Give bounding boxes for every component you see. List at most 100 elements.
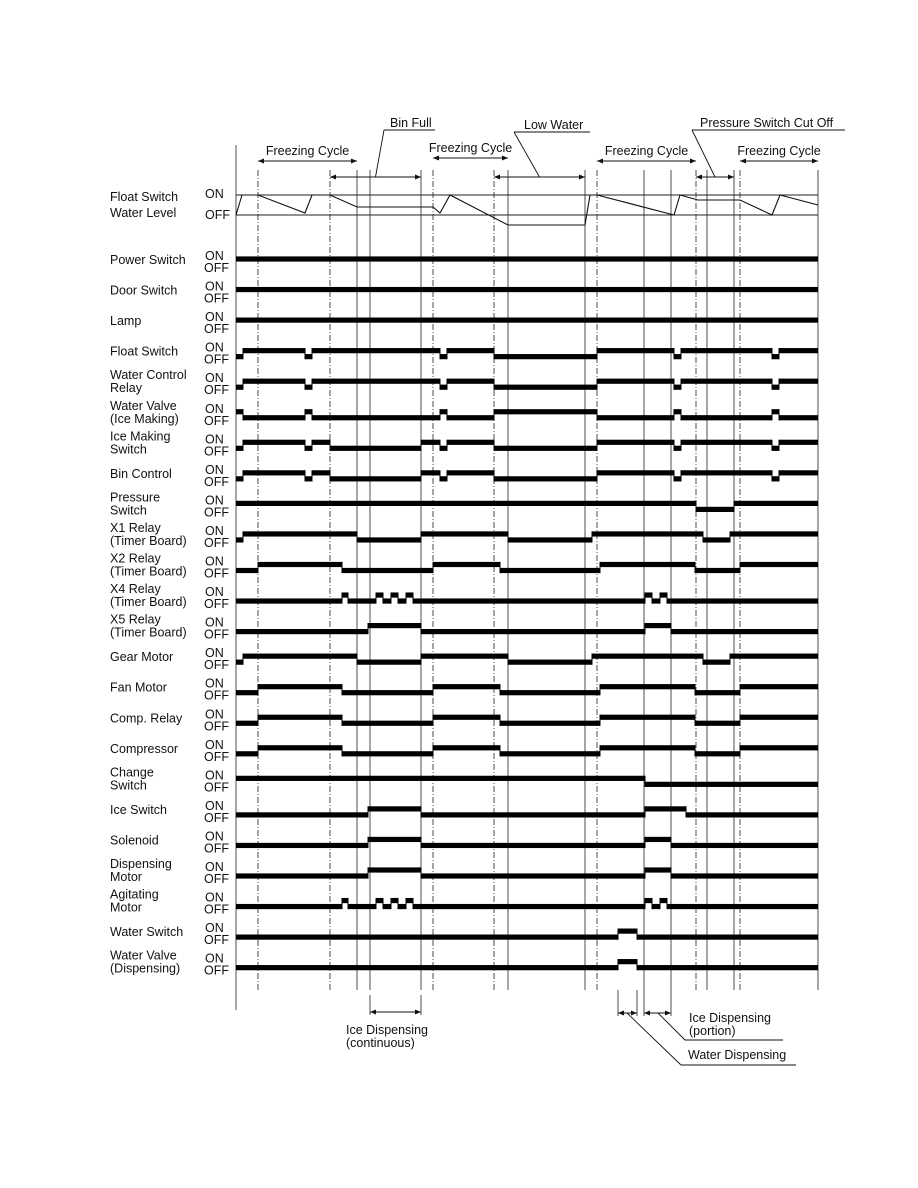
signal-on-segment <box>597 470 674 476</box>
signal-label: Bin Control <box>110 467 172 481</box>
signal-off-segment <box>772 445 779 451</box>
signal-on-segment <box>600 745 695 751</box>
freezing-cycle-span-arrowhead-left <box>597 158 603 164</box>
signal-row: Compressor ONOFF <box>110 738 818 764</box>
signal-off-segment <box>494 445 597 451</box>
freezing-cycle-label: Freezing Cycle <box>266 144 349 158</box>
signal-off-segment <box>674 445 681 451</box>
state-off-label: OFF <box>204 597 229 611</box>
signal-off-segment <box>494 354 597 360</box>
signal-off-segment <box>637 934 818 940</box>
signal-label: Water Valve <box>110 949 177 963</box>
signal-row: X5 Relay(Timer Board)ONOFF <box>110 613 818 642</box>
bottom-annotations: Ice Dispensing(continuous)Ice Dispensing… <box>346 990 796 1066</box>
signal-off-segment <box>695 720 740 726</box>
signal-on-segment <box>368 836 421 843</box>
state-off-label: OFF <box>204 567 229 581</box>
signal-label: Water Control <box>110 368 187 382</box>
signal-on-segment <box>734 500 818 506</box>
signal-on-segment <box>447 439 494 445</box>
signal-on-segment <box>433 714 500 720</box>
signal-off-segment <box>236 659 243 665</box>
signal-row: Float Switch ONOFF <box>110 341 818 367</box>
signal-off-segment <box>243 415 305 421</box>
state-off-label: OFF <box>204 872 229 886</box>
signal-label: Ice Making <box>110 429 170 443</box>
signal-row: Bin Control ONOFF <box>110 463 818 489</box>
signal-off-segment <box>236 384 243 390</box>
state-off-label: OFF <box>205 208 230 222</box>
state-off-label: OFF <box>204 505 229 519</box>
signal-off-segment <box>695 690 740 696</box>
signal-off-segment <box>695 751 740 757</box>
signal-on-segment <box>660 592 667 598</box>
signal-on-segment <box>779 378 818 384</box>
signal-row: Power Switch ONOFF <box>110 249 818 275</box>
signal-label: Power Switch <box>110 253 186 267</box>
signal-off-segment <box>357 659 421 665</box>
signal-off-segment <box>236 598 342 604</box>
signal-on-segment <box>243 378 305 384</box>
signal-row: Gear Motor ONOFF <box>110 646 818 672</box>
signal-off-segment <box>500 567 600 574</box>
signal-off-segment <box>398 903 406 910</box>
signal-on-segment <box>243 470 305 476</box>
signal-on-segment <box>391 897 398 904</box>
signal-on-segment <box>391 592 398 598</box>
freezing-cycle-span-arrowhead-left <box>740 158 746 164</box>
signal-on-segment <box>740 714 818 720</box>
signal-off-segment <box>772 476 779 482</box>
signal-off-segment <box>236 934 618 940</box>
signal-label: Float Switch <box>110 345 178 359</box>
signal-on-segment <box>236 409 243 415</box>
signal-on-segment <box>494 409 597 415</box>
signal-row: Water Switch ONOFF <box>110 921 818 947</box>
signal-on-segment <box>592 531 703 537</box>
freezing-cycle-label: Freezing Cycle <box>737 144 820 158</box>
signal-label: Switch <box>110 778 147 792</box>
signal-on-segment <box>645 836 671 843</box>
signal-label: Switch <box>110 442 147 456</box>
signal-off-segment <box>674 354 681 360</box>
state-on-label: ON <box>205 187 224 201</box>
signal-label: Ice Switch <box>110 803 167 817</box>
timing-diagram: Freezing Cycle Freezing Cycle Freezing Cyc… <box>110 116 845 1066</box>
signal-on-segment <box>368 806 421 812</box>
row-label: Float Switch <box>110 190 178 204</box>
float-water-level-row: Float Switch Water Level ON OFF <box>110 187 819 226</box>
signal-on-segment <box>740 745 818 751</box>
ice-dispensing-continuous-span-arrowhead-left <box>370 1009 376 1015</box>
signal-off-segment <box>342 751 433 757</box>
state-off-label: OFF <box>204 444 229 458</box>
state-off-label: OFF <box>204 903 229 917</box>
freezing-cycle-span-arrowhead-right <box>812 158 818 164</box>
signal-off-segment <box>236 751 258 757</box>
signal-on-segment <box>660 897 667 904</box>
signal-off-segment <box>236 903 342 910</box>
signal-on-segment <box>592 653 703 659</box>
signal-on-segment <box>236 286 818 293</box>
signal-off-segment <box>312 415 440 421</box>
signal-on-segment <box>368 623 421 629</box>
signal-off-segment <box>383 598 391 604</box>
signal-on-segment <box>433 684 500 690</box>
ice-dispensing-portion-span-arrowhead-left <box>644 1010 650 1016</box>
signal-off-segment <box>772 384 779 390</box>
signal-on-segment <box>681 378 772 384</box>
signal-off-segment <box>500 690 600 696</box>
signal-label: Solenoid <box>110 833 159 847</box>
signal-on-segment <box>681 348 772 354</box>
signal-off-segment <box>305 476 312 482</box>
event-span-arrowhead-right <box>728 174 734 180</box>
signal-on-segment <box>236 775 645 781</box>
state-off-label: OFF <box>204 536 229 550</box>
signal-off-segment <box>645 781 818 787</box>
freezing-cycle-span-arrowhead-right <box>690 158 696 164</box>
signal-on-segment <box>645 623 671 629</box>
signal-on-segment <box>258 561 342 568</box>
signal-on-segment <box>618 959 637 965</box>
event-leader-line <box>691 129 716 178</box>
freezing-cycle-span-arrowhead-left <box>433 155 439 161</box>
signal-off-segment <box>342 720 433 726</box>
signal-on-segment <box>681 439 772 445</box>
